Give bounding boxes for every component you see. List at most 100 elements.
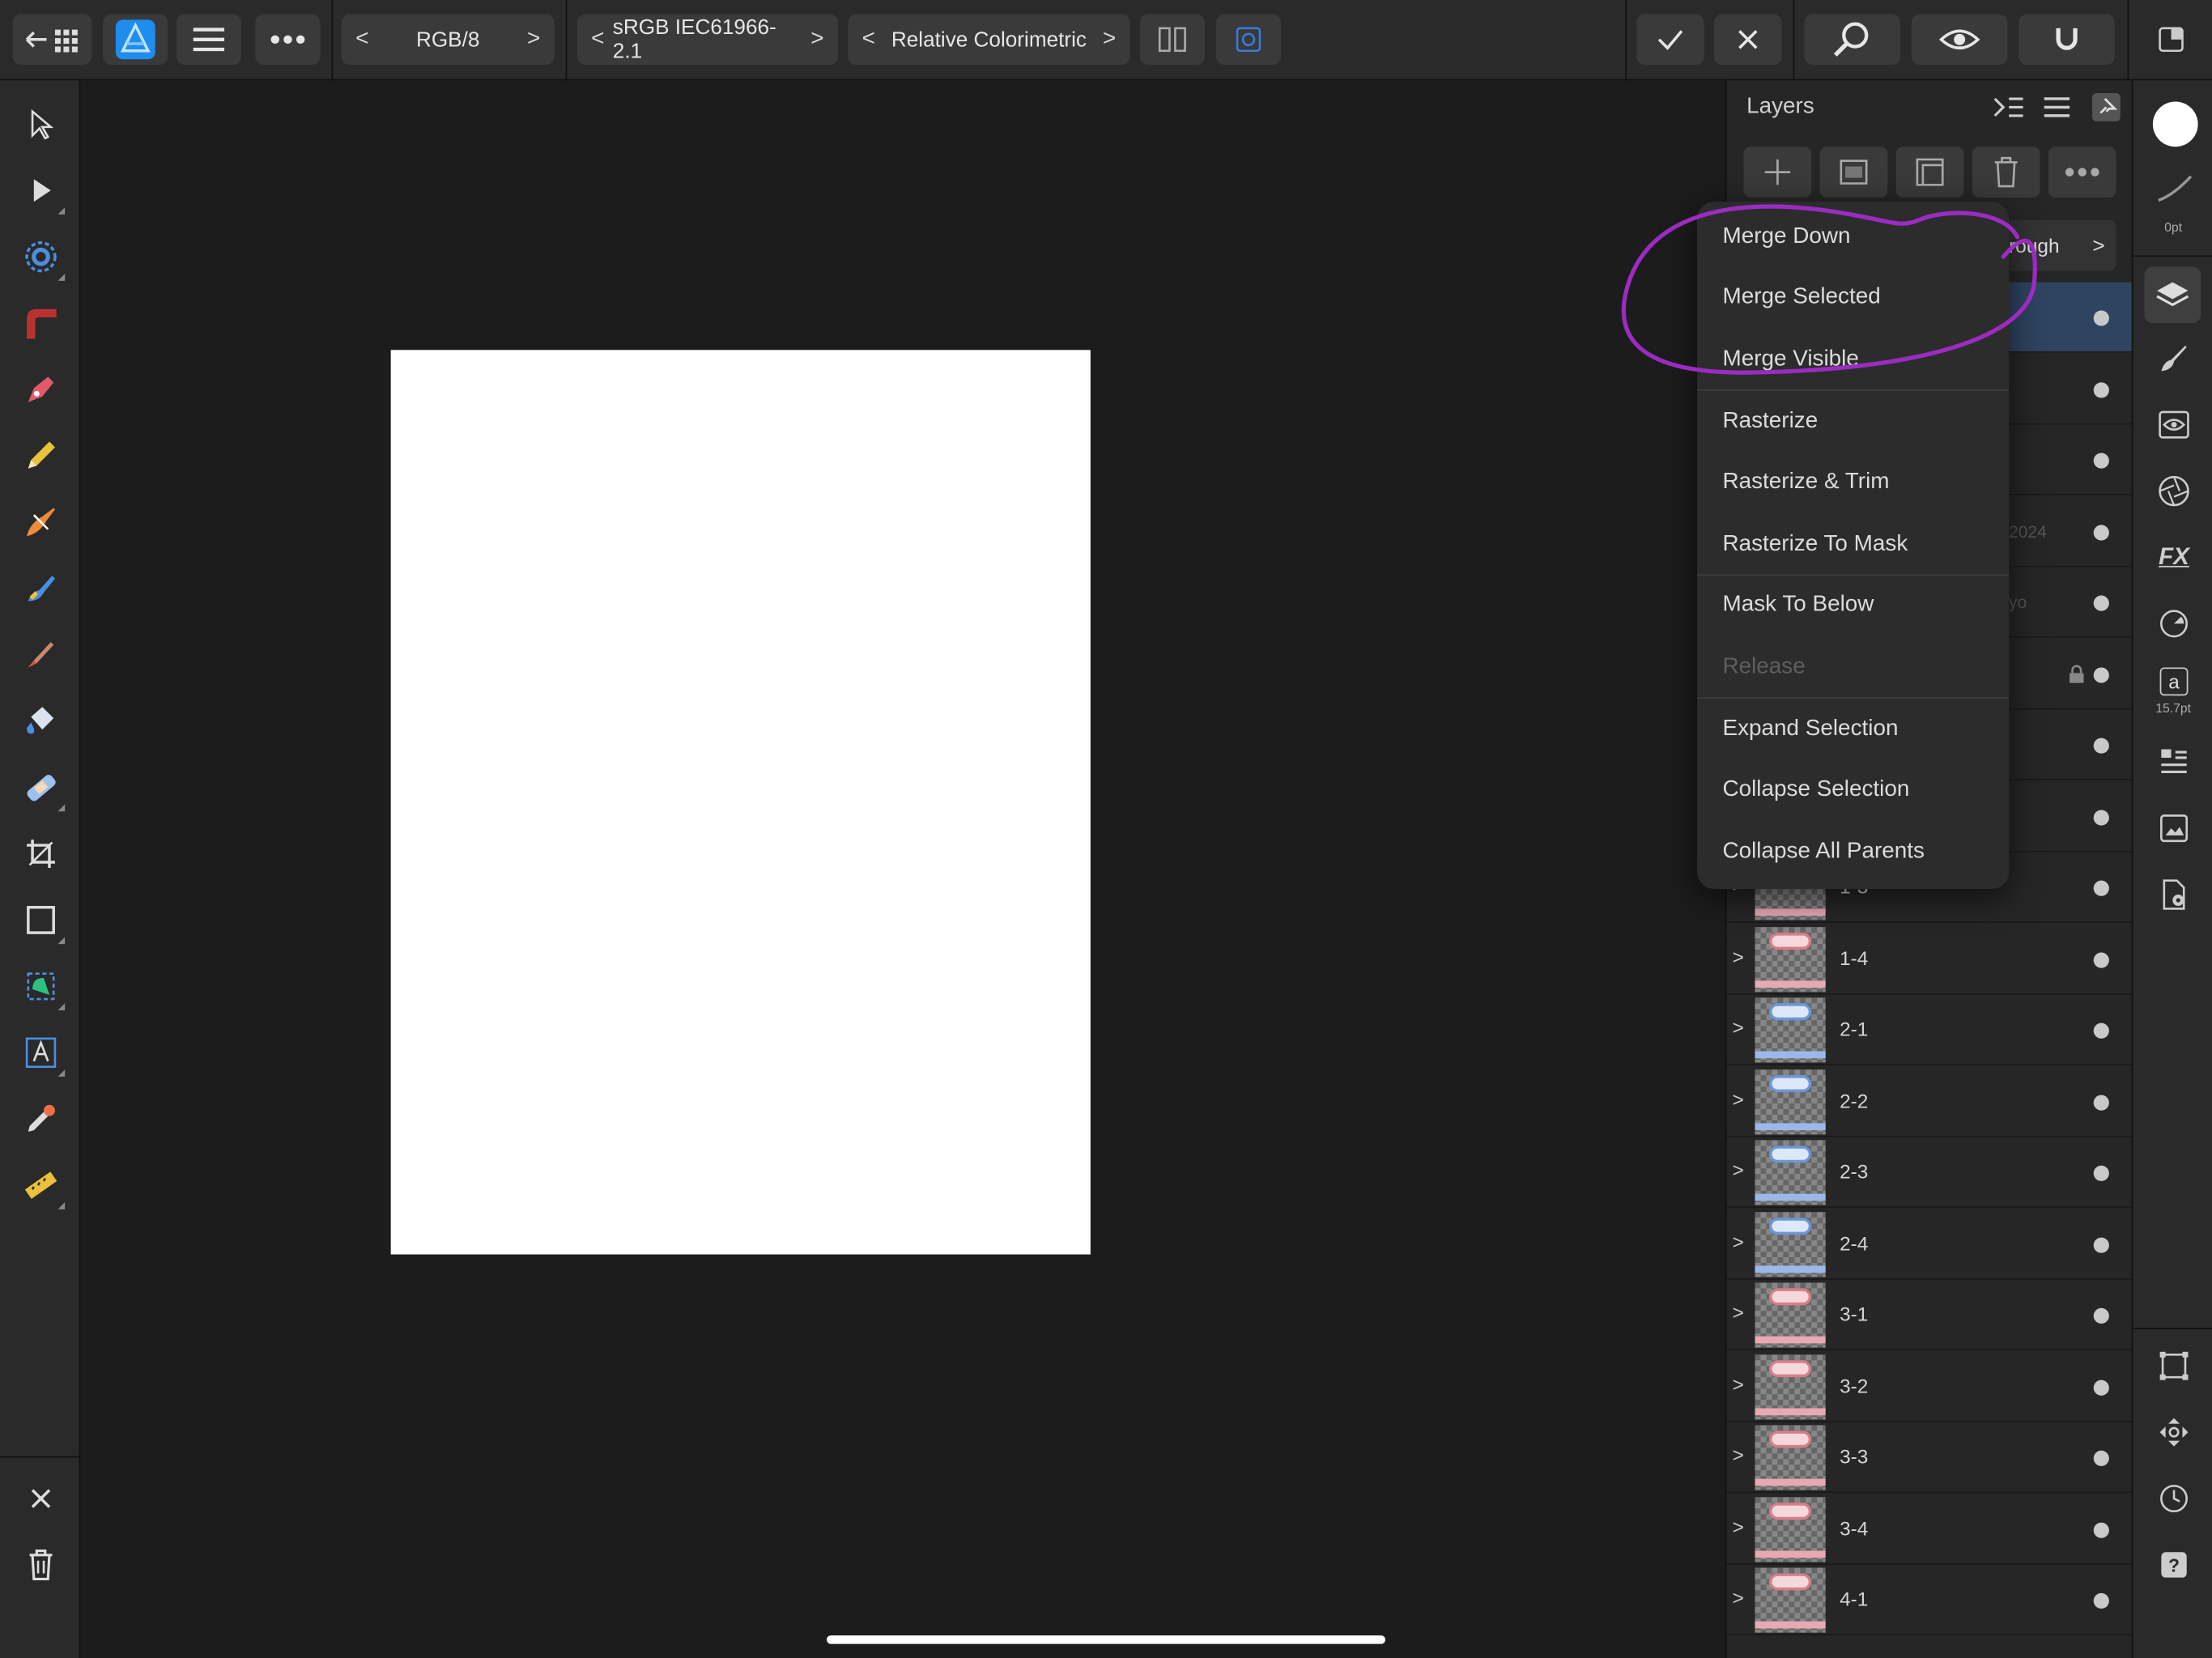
visibility-toggle[interactable] [2093,1592,2109,1609]
expand-chevron-icon[interactable]: > [1733,1301,1744,1324]
measure-tool[interactable] [17,1161,66,1209]
visibility-toggle[interactable] [2093,1307,2109,1324]
layers-studio-button[interactable] [2144,266,2201,324]
layer-more-button[interactable] [2048,147,2116,198]
expand-chevron-icon[interactable]: > [1733,1230,1744,1252]
more-options-button[interactable] [255,14,321,66]
delete-button[interactable] [17,1541,65,1588]
panel-menu-button[interactable] [2041,95,2072,127]
expand-chevron-icon[interactable]: > [1733,1443,1744,1466]
selection-brush-tool[interactable] [17,233,66,281]
effects-studio-button[interactable]: FX [2150,534,2197,581]
expand-chevron-icon[interactable]: > [1733,945,1744,967]
healing-brush-tool[interactable] [17,763,66,812]
studio-toggle-button[interactable] [2144,14,2197,65]
visibility-toggle[interactable] [2093,951,2109,967]
vector-shape-tool[interactable] [17,963,66,1010]
add-mask-button[interactable] [1819,147,1888,198]
proof-toggle-button[interactable] [1215,14,1282,66]
move-tool[interactable] [17,100,65,148]
delete-layer-button[interactable] [1972,147,2040,198]
visibility-toggle[interactable] [2093,880,2109,896]
rectangle-tool[interactable] [17,896,66,945]
node-tool[interactable] [17,167,66,215]
expand-chevron-icon[interactable]: > [1733,1158,1744,1181]
visibility-toggle[interactable] [2093,524,2109,540]
live-filters-studio-button[interactable] [2150,467,2197,515]
document-settings-button[interactable] [2150,870,2197,918]
menu-item-rasterize[interactable]: Rasterize [1722,409,1818,434]
visibility-toggle[interactable] [2093,1236,2109,1252]
chevron-right-icon[interactable]: > [802,27,832,52]
document-canvas[interactable] [390,350,1091,1255]
color-picker-tool[interactable] [17,1095,65,1143]
visibility-toggle[interactable] [2093,1521,2109,1537]
character-studio-button[interactable]: a [2150,665,2197,699]
history-studio-button[interactable] [2150,1474,2197,1522]
help-button[interactable]: ? [2150,1541,2197,1588]
menu-item-collapse-selection[interactable]: Collapse Selection [1722,777,1909,802]
navigator-studio-button[interactable] [2150,1409,2197,1456]
layer-row[interactable]: >3-2 [1726,1350,2133,1422]
layer-row[interactable]: >3-4 [1726,1493,2133,1565]
menu-item-collapse-all-parents[interactable]: Collapse All Parents [1722,840,1924,865]
visibility-toggle[interactable] [2093,1022,2109,1039]
chevron-left-icon[interactable]: < [583,27,613,52]
visibility-toggle[interactable] [2093,595,2109,611]
paint-brush-tool[interactable] [17,498,65,546]
add-layer-button[interactable] [1743,147,1812,198]
artistic-text-tool[interactable] [17,1029,66,1077]
expand-chevron-icon[interactable]: > [1733,1372,1744,1395]
chevron-right-icon[interactable]: > [519,27,549,52]
cancel-button[interactable] [1714,14,1782,66]
layer-row[interactable]: >2-2 [1726,1065,2133,1137]
menu-item-rasterize-to-mask[interactable]: Rasterize To Mask [1722,532,1908,557]
menu-item-rasterize-trim[interactable]: Rasterize & Trim [1722,470,1889,495]
snapping-button[interactable] [2018,14,2115,66]
layer-row[interactable]: >2-4 [1726,1208,2133,1280]
collapse-panel-button[interactable] [1992,95,2026,127]
layer-row[interactable]: >3-3 [1726,1422,2133,1494]
visibility-toggle[interactable] [2093,310,2109,326]
menu-item-merge-selected[interactable]: Merge Selected [1722,285,1880,310]
visibility-toggle[interactable] [2093,1165,2109,1181]
color-format-selector[interactable]: < RGB/8 > [341,14,555,66]
expand-chevron-icon[interactable]: > [1733,1586,1744,1609]
app-persona-button[interactable] [103,14,168,66]
visibility-toggle[interactable] [2093,666,2109,682]
adjustments-studio-button[interactable] [2150,401,2197,449]
rendering-intent-selector[interactable]: < Relative Colorimetric > [848,14,1130,66]
styles-studio-button[interactable] [2150,600,2197,648]
menu-item-merge-down[interactable]: Merge Down [1722,224,1850,249]
visibility-toggle[interactable] [2093,809,2109,825]
visibility-toggle[interactable] [2093,1094,2109,1110]
view-zoom-button[interactable] [1804,14,1901,66]
menu-item-expand-selection[interactable]: Expand Selection [1722,716,1898,742]
visibility-toggle[interactable] [2093,381,2109,397]
fill-color-swatch[interactable] [2150,100,2198,148]
assistant-button[interactable] [1911,14,2008,66]
stroke-width-control[interactable] [2150,165,2197,213]
paint-mixer-tool[interactable] [17,631,65,678]
apply-button[interactable] [1636,14,1704,66]
crop-tool[interactable] [17,830,65,878]
layer-row[interactable]: >2-1 [1726,994,2133,1065]
paragraph-studio-button[interactable] [2150,738,2197,786]
expand-chevron-icon[interactable]: > [1733,1087,1744,1110]
layer-row[interactable]: >2-3 [1726,1137,2133,1209]
brushes-studio-button[interactable] [2150,334,2197,382]
visibility-toggle[interactable] [2093,1450,2109,1466]
home-indicator[interactable] [827,1635,1386,1644]
expand-chevron-icon[interactable]: > [1733,1515,1744,1537]
layer-row[interactable]: >3-1 [1726,1279,2133,1351]
gradient-tool[interactable] [17,300,65,347]
split-view-button[interactable] [1139,14,1206,66]
visibility-toggle[interactable] [2093,1379,2109,1395]
chevron-right-icon[interactable]: > [1095,27,1125,52]
back-to-gallery-button[interactable] [12,14,92,66]
pencil-tool[interactable] [17,432,65,479]
blend-mode-selector[interactable]: rough > [2003,219,2116,271]
expand-chevron-icon[interactable]: > [1733,1016,1744,1039]
color-profile-selector[interactable]: < sRGB IEC61966-2.1 > [576,14,838,66]
pin-panel-button[interactable] [2091,91,2121,130]
